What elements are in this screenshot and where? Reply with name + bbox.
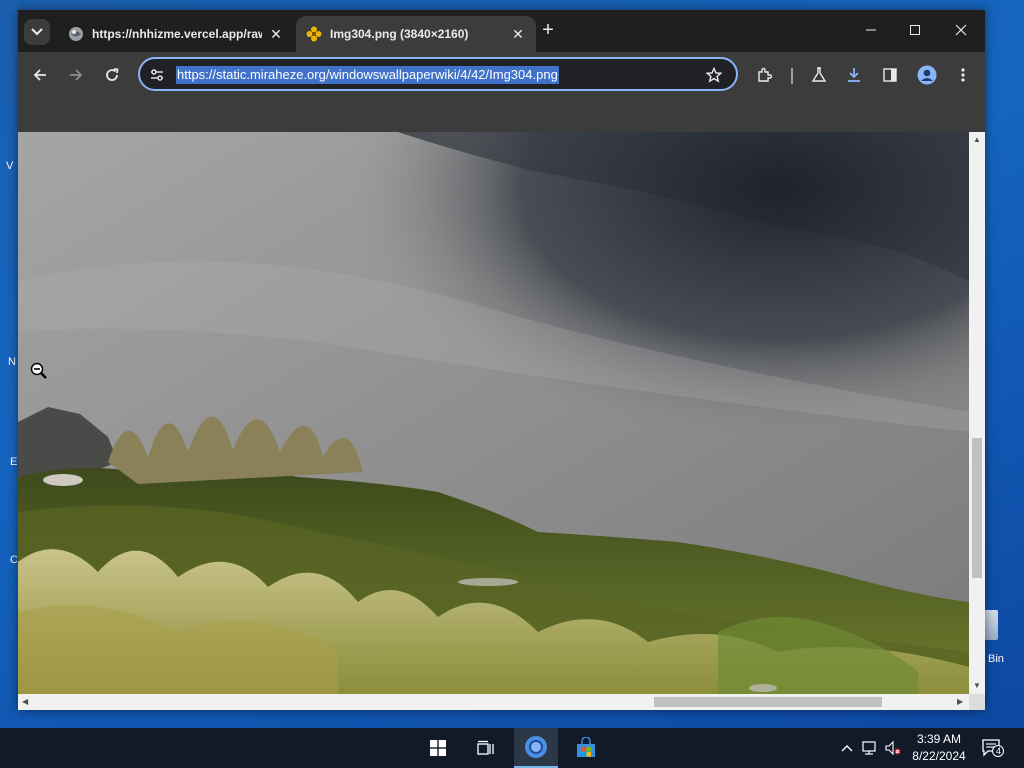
- tab-nhhizme[interactable]: https://nhhizme.vercel.app/raw ✕: [58, 16, 294, 52]
- navigation-toolbar: https://static.miraheze.org/windowswallp…: [18, 52, 985, 98]
- scroll-down-arrow-icon[interactable]: ▼: [973, 681, 981, 690]
- browser-window: https://nhhizme.vercel.app/raw ✕ Img304.…: [18, 10, 985, 710]
- clock-time: 3:39 AM: [916, 732, 962, 746]
- desktop-icon-label-fragment: E: [10, 456, 18, 468]
- microsoft-store-icon[interactable]: [564, 728, 608, 768]
- vertical-scrollbar[interactable]: ▲ ▼: [969, 132, 985, 694]
- download-icon[interactable]: [843, 64, 865, 86]
- horizontal-scrollbar[interactable]: ◀ ▶: [18, 694, 969, 710]
- tab-title: https://nhhizme.vercel.app/raw: [92, 27, 262, 41]
- zoom-out-cursor-icon: [30, 362, 47, 379]
- wallpaper-image[interactable]: [18, 132, 969, 694]
- site-settings-icon[interactable]: [148, 66, 166, 84]
- page-content: ▲ ▼ ◀ ▶: [18, 132, 985, 710]
- scroll-up-arrow-icon[interactable]: ▲: [973, 135, 981, 144]
- chrome-taskbar-icon[interactable]: [514, 728, 558, 768]
- bookmark-star-icon[interactable]: [704, 65, 724, 85]
- scroll-right-arrow-icon[interactable]: ▶: [957, 697, 963, 706]
- desktop-icon-label-fragment: C: [10, 554, 18, 566]
- start-windows-icon[interactable]: [416, 728, 460, 768]
- forward-arrow-icon[interactable]: [65, 64, 87, 86]
- back-arrow-icon[interactable]: [29, 64, 51, 86]
- labs-flask-icon[interactable]: [808, 64, 830, 86]
- reload-icon[interactable]: [101, 64, 123, 86]
- horizontal-scroll-thumb[interactable]: [654, 697, 882, 707]
- tab-search-button[interactable]: [24, 19, 50, 45]
- system-clock[interactable]: 3:39 AM 8/22/2024: [904, 731, 974, 765]
- tab-img304[interactable]: Img304.png (3840×2160) ✕: [296, 16, 536, 52]
- notification-count-badge: 4: [995, 746, 1001, 756]
- image-favicon-icon: [306, 26, 322, 42]
- network-icon[interactable]: [862, 740, 878, 756]
- close-tab-icon[interactable]: ✕: [510, 26, 526, 43]
- profile-avatar-icon[interactable]: [916, 64, 938, 86]
- show-hidden-icons-chevron-icon[interactable]: [839, 740, 855, 756]
- minimize-icon[interactable]: [860, 20, 882, 42]
- tab-strip: https://nhhizme.vercel.app/raw ✕ Img304.…: [18, 10, 985, 52]
- address-bar[interactable]: https://static.miraheze.org/windowswallp…: [138, 57, 738, 91]
- scrollbar-corner: [969, 694, 985, 710]
- bookmarks-bar: [18, 98, 985, 132]
- toolbar-divider: [791, 68, 793, 84]
- chevron-down-icon: [31, 28, 43, 36]
- scroll-left-arrow-icon[interactable]: ◀: [22, 697, 28, 706]
- recycle-bin-label: Bin: [988, 653, 1004, 665]
- volume-muted-icon[interactable]: [885, 740, 901, 756]
- desktop-icon-label-fragment: V: [6, 160, 14, 172]
- windows-taskbar: 3:39 AM 8/22/2024 4: [0, 728, 1024, 768]
- vertical-scroll-thumb[interactable]: [972, 438, 982, 578]
- new-tab-plus-icon[interactable]: +: [538, 20, 558, 40]
- address-url-text[interactable]: https://static.miraheze.org/windowswallp…: [176, 66, 559, 84]
- desktop-icon-label-fragment: N: [8, 356, 16, 368]
- extensions-puzzle-icon[interactable]: [754, 64, 776, 86]
- close-window-icon[interactable]: [950, 20, 972, 42]
- notification-center-icon[interactable]: 4: [982, 738, 1004, 758]
- side-panel-icon[interactable]: [879, 64, 901, 86]
- tab-title: Img304.png (3840×2160): [330, 27, 469, 41]
- globe-icon: [68, 26, 84, 42]
- more-menu-icon[interactable]: [952, 64, 974, 86]
- maximize-icon[interactable]: [904, 20, 926, 42]
- task-view-icon[interactable]: [464, 728, 508, 768]
- clock-date: 8/22/2024: [912, 749, 966, 763]
- close-tab-icon[interactable]: ✕: [268, 26, 284, 43]
